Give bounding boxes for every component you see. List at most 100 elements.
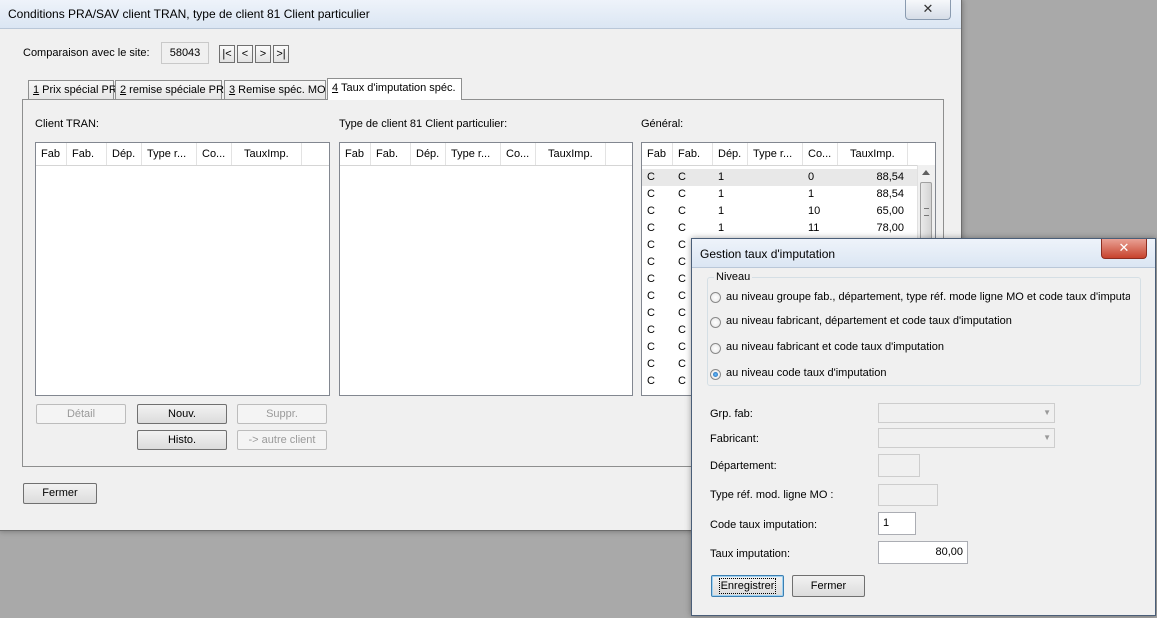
column-header[interactable]: Co... xyxy=(803,143,838,165)
dialog-close-button[interactable]: ✕ xyxy=(1101,239,1147,259)
table-cell: C xyxy=(647,341,655,353)
radio-level-code-taux[interactable] xyxy=(710,369,721,380)
table-cell: C xyxy=(678,222,686,234)
other-client-button[interactable]: -> autre client xyxy=(237,430,327,450)
next-record-button[interactable]: > xyxy=(255,45,271,63)
delete-button[interactable]: Suppr. xyxy=(237,404,327,424)
column-header[interactable]: Co... xyxy=(197,143,232,165)
radio-level-fabricant[interactable] xyxy=(710,343,721,354)
history-label: Histo. xyxy=(167,434,197,446)
code-taux-field[interactable]: 1 xyxy=(878,512,916,535)
site-field[interactable]: 58043 xyxy=(161,42,209,64)
scroll-thumb[interactable] xyxy=(920,182,932,242)
first-record-button[interactable]: |< xyxy=(219,45,235,63)
main-close-footer-button[interactable]: Fermer xyxy=(23,483,97,504)
tab-remise-spec-mo[interactable]: 3 Remise spéc. MO xyxy=(224,80,326,99)
dialog-titlebar: Gestion taux d'imputation ✕ xyxy=(692,239,1155,268)
close-icon: ✕ xyxy=(1118,240,1130,255)
table-row[interactable]: C C 1 10 65,00 xyxy=(642,203,918,220)
column-header[interactable]: Fab xyxy=(340,143,371,165)
prev-record-button[interactable]: < xyxy=(237,45,253,63)
column-header[interactable]: Dép. xyxy=(713,143,748,165)
table-cell: C xyxy=(647,171,655,183)
table-row[interactable]: C C 1 11 78,00 xyxy=(642,220,918,237)
table-cell: C xyxy=(647,375,655,387)
type-ref-label: Type réf. mod. ligne MO : xyxy=(710,489,834,501)
column-header[interactable]: Fab xyxy=(36,143,67,165)
site-value: 58043 xyxy=(169,47,201,59)
tab-prix-special-pr[interactable]: 1 Prix spécial PR xyxy=(28,80,117,99)
new-button[interactable]: Nouv. xyxy=(137,404,227,424)
fabricant-label: Fabricant: xyxy=(710,433,759,445)
chevron-down-icon: ▼ xyxy=(1043,433,1051,442)
column-header[interactable]: Type r... xyxy=(748,143,803,165)
table-cell: 10 xyxy=(808,205,821,217)
type-ref-field[interactable] xyxy=(878,484,938,506)
column-header[interactable]: TauxImp. xyxy=(232,143,302,165)
column-header[interactable]: Fab. xyxy=(371,143,411,165)
tab-label: Prix spécial PR xyxy=(39,84,117,96)
table-cell: C xyxy=(647,188,655,200)
radio-label[interactable]: au niveau fabricant et code taux d'imput… xyxy=(726,341,944,353)
column-header[interactable]: Type r... xyxy=(446,143,501,165)
table-cell: C xyxy=(647,205,655,217)
radio-label[interactable]: au niveau groupe fab., département, type… xyxy=(726,291,1130,303)
client-grid-header: Fab Fab. Dép. Type r... Co... TauxImp. xyxy=(36,143,329,166)
fabricant-select[interactable]: ▼ xyxy=(878,428,1055,448)
column-header[interactable]: Fab. xyxy=(67,143,107,165)
table-cell: 1 xyxy=(718,188,725,200)
table-cell: C xyxy=(647,239,655,251)
table-cell: C xyxy=(647,273,655,285)
radio-level-groupe-fab[interactable] xyxy=(710,292,721,303)
table-cell xyxy=(748,169,803,186)
main-window-title: Conditions PRA/SAV client TRAN, type de … xyxy=(8,7,370,21)
chevron-down-icon: ▼ xyxy=(1043,408,1051,417)
grp-fab-select[interactable]: ▼ xyxy=(878,403,1055,423)
detail-label: Détail xyxy=(66,408,96,420)
table-cell: 88,54 xyxy=(876,188,904,200)
main-titlebar: Conditions PRA/SAV client TRAN, type de … xyxy=(0,0,961,29)
column-header[interactable]: Dép. xyxy=(107,143,142,165)
close-label: Fermer xyxy=(810,580,847,592)
departement-label: Département: xyxy=(710,460,777,472)
departement-field[interactable] xyxy=(878,454,920,477)
table-cell: C xyxy=(647,307,655,319)
main-close-button[interactable]: ✕ xyxy=(905,0,951,20)
column-header[interactable]: Dép. xyxy=(411,143,446,165)
table-row[interactable]: C C 1 0 88,54 xyxy=(642,169,918,186)
column-header[interactable]: Co... xyxy=(501,143,536,165)
column-header[interactable]: Type r... xyxy=(142,143,197,165)
taux-imputation-field[interactable]: 80,00 xyxy=(878,541,968,564)
column-header[interactable]: Fab. xyxy=(673,143,713,165)
type-client-grid[interactable]: Fab Fab. Dép. Type r... Co... TauxImp. xyxy=(339,142,633,396)
client-grid[interactable]: Fab Fab. Dép. Type r... Co... TauxImp. xyxy=(35,142,330,396)
table-cell: 1 xyxy=(808,188,815,200)
tab-taux-imputation-spec[interactable]: 4 Taux d'imputation spéc. xyxy=(327,78,462,100)
close-label: Fermer xyxy=(42,487,78,499)
detail-button[interactable]: Détail xyxy=(36,404,126,424)
dialog-close-footer-button[interactable]: Fermer xyxy=(792,575,865,597)
last-record-button[interactable]: >| xyxy=(273,45,289,63)
thumb-grip-icon xyxy=(924,208,929,216)
radio-label[interactable]: au niveau code taux d'imputation xyxy=(726,367,887,379)
client-section-label: Client TRAN: xyxy=(35,118,99,130)
scroll-up-arrow-icon[interactable] xyxy=(922,170,930,175)
table-cell: C xyxy=(647,324,655,336)
table-cell xyxy=(748,203,803,220)
column-header[interactable]: Fab xyxy=(642,143,673,165)
first-icon: |< xyxy=(222,48,232,60)
column-header[interactable]: TauxImp. xyxy=(536,143,606,165)
close-icon: ✕ xyxy=(922,1,934,16)
radio-label[interactable]: au niveau fabricant, département et code… xyxy=(726,315,1012,327)
column-header[interactable]: TauxImp. xyxy=(838,143,908,165)
tab-label: Taux d'imputation spéc. xyxy=(338,82,456,94)
table-cell: C xyxy=(647,358,655,370)
radio-level-fabricant-departement[interactable] xyxy=(710,317,721,328)
save-button[interactable]: Enregistrer xyxy=(711,575,784,597)
table-row[interactable]: C C 1 1 88,54 xyxy=(642,186,918,203)
taux-imputation-label: Taux imputation: xyxy=(710,548,791,560)
table-cell: 1 xyxy=(718,171,725,183)
history-button[interactable]: Histo. xyxy=(137,430,227,450)
dialog-title: Gestion taux d'imputation xyxy=(700,247,836,261)
tab-remise-speciale-pr[interactable]: 2 remise spéciale PR xyxy=(115,80,224,99)
